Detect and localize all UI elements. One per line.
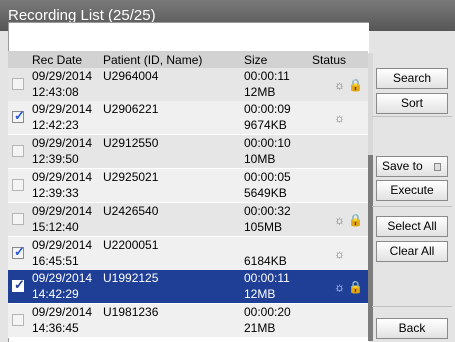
table-row[interactable]: 09/29/2014 12:39:50 U2912550 00:00:10 10MB (8, 135, 368, 169)
patient-id: U2426540 (103, 204, 159, 218)
select-all-button[interactable]: Select All (376, 216, 448, 237)
table-row[interactable]: ✓ 09/29/2014 12:42:23 U2906221 00:00:09 9674K… (8, 101, 368, 135)
row-checkbox[interactable] (12, 213, 24, 225)
check-icon: ✓ (14, 244, 25, 259)
duration: 00:00:10 (244, 136, 291, 150)
file-size: 12MB (244, 287, 276, 301)
status-icons: ☼ (334, 111, 345, 125)
divider (372, 116, 452, 117)
rec-date: 09/29/2014 (32, 271, 93, 285)
rec-date: 09/29/2014 (32, 136, 93, 150)
rec-time: 14:36:45 (32, 321, 79, 335)
rec-date: 09/29/2014 (32, 305, 93, 319)
rec-time: 15:12:40 (32, 220, 79, 234)
table-row[interactable]: 09/29/2014 12:39:33 U2925021 00:00:05 5649KB (8, 169, 368, 203)
col-rec-date: Rec Date (32, 53, 83, 67)
file-size: 12MB (244, 85, 276, 99)
row-checkbox[interactable] (12, 145, 24, 157)
rec-time: 12:43:08 (32, 85, 79, 99)
divider (372, 206, 452, 207)
duration: 00:00:09 (244, 102, 291, 116)
rec-date: 09/29/2014 (32, 170, 93, 184)
file-size: 6184KB (244, 254, 287, 268)
back-button[interactable]: Back (376, 318, 448, 339)
list-header: Rec Date Patient (ID, Name) Size Status (8, 51, 368, 69)
status-icons: ☼ 🔒 (334, 78, 364, 92)
divider (372, 306, 452, 307)
patient-id: U1981236 (103, 305, 159, 319)
row-checkbox[interactable]: ✓ (12, 277, 25, 292)
check-icon: ✓ (14, 277, 25, 292)
rec-time: 12:42:23 (32, 118, 79, 132)
duration: 00:00:11 (244, 271, 290, 285)
table-row[interactable]: 09/29/2014 14:36:45 U1981236 00:00:20 21MB (8, 304, 368, 338)
col-patient: Patient (ID, Name) (103, 53, 203, 67)
patient-id: U2912550 (103, 136, 159, 150)
rec-date: 09/29/2014 (32, 204, 93, 218)
row-checkbox[interactable] (12, 314, 24, 326)
col-size: Size (244, 53, 268, 67)
rec-time: 14:42:29 (32, 287, 79, 301)
sort-button[interactable]: Sort (376, 93, 448, 114)
status-icons: ☼ 🔒 (334, 280, 364, 294)
status-icons: ☼ (334, 247, 345, 261)
duration: 00:00:11 (244, 69, 290, 83)
clear-all-button[interactable]: Clear All (376, 241, 448, 262)
table-row[interactable]: 09/29/2014 15:12:40 U2426540 00:00:32 105MB ☼… (8, 203, 368, 237)
row-checkbox[interactable] (12, 179, 24, 191)
dropdown-icon (434, 163, 441, 171)
row-checkbox[interactable]: ✓ (12, 108, 25, 123)
table-row[interactable]: ✓ 09/29/2014 16:45:51 U2200051 6184KB ☼ (8, 237, 368, 271)
col-status: Status (312, 53, 347, 67)
row-checkbox[interactable] (12, 78, 24, 90)
rec-time: 12:39:50 (32, 152, 79, 166)
patient-id: U2925021 (103, 170, 159, 184)
file-size: 9674KB (244, 118, 287, 132)
patient-id: U2906221 (103, 102, 159, 116)
file-size: 10MB (244, 152, 276, 166)
duration: 00:00:32 (244, 204, 291, 218)
execute-button[interactable]: Execute (376, 180, 448, 201)
duration: 00:00:20 (244, 305, 291, 319)
file-size: 21MB (244, 321, 276, 335)
rec-time: 16:45:51 (32, 254, 79, 268)
status-icons: ☼ 🔒 (334, 213, 364, 227)
file-size: 5649KB (244, 186, 287, 200)
table-row[interactable]: ✓ 09/29/2014 14:42:29 U1992125 00:00:11 12MB ☼… (8, 270, 368, 304)
duration: 00:00:05 (244, 170, 291, 184)
scrollbar-thumb[interactable] (368, 155, 373, 341)
save-to-select[interactable]: Save to (376, 156, 448, 177)
rec-date: 09/29/2014 (32, 69, 93, 83)
check-icon: ✓ (14, 108, 25, 123)
search-button[interactable]: Search (376, 68, 448, 89)
table-row[interactable]: 09/29/2014 12:43:08 U2964004 00:00:11 12MB ☼ … (8, 68, 368, 102)
patient-id: U2964004 (103, 69, 159, 83)
row-checkbox[interactable]: ✓ (12, 244, 25, 259)
rec-date: 09/29/2014 (32, 238, 93, 252)
rec-time: 12:39:33 (32, 186, 79, 200)
file-size: 105MB (244, 220, 283, 234)
patient-id: U1992125 (103, 271, 159, 285)
patient-id: U2200051 (103, 238, 159, 252)
rec-date: 09/29/2014 (32, 102, 93, 116)
